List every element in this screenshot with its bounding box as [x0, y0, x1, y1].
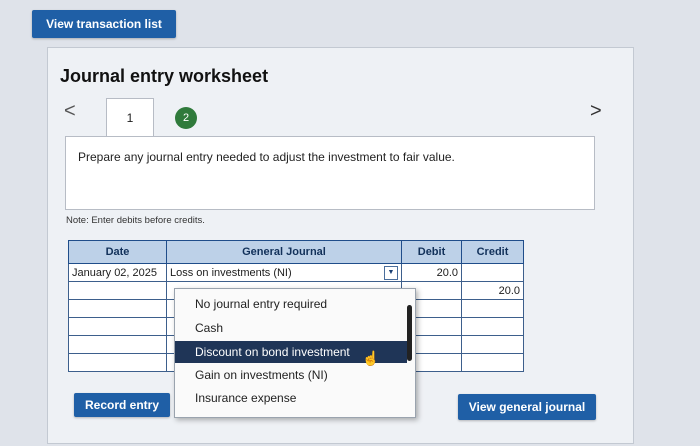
worksheet-title: Journal entry worksheet	[60, 66, 269, 86]
tab-2[interactable]: 2	[175, 107, 197, 129]
dropdown-option[interactable]: No journal entry required	[175, 293, 407, 315]
dropdown-option[interactable]: Cash	[175, 317, 407, 339]
table-row: January 02, 2025 Loss on investments (NI…	[68, 263, 524, 282]
date-cell[interactable]: January 02, 2025	[68, 263, 167, 282]
account-dropdown-list[interactable]: No journal entry required Cash Discount …	[174, 288, 416, 418]
tab-1[interactable]: 1	[106, 98, 154, 137]
account-select[interactable]: Loss on investments (NI) ▼	[166, 263, 402, 282]
credit-header: Credit	[461, 240, 524, 264]
record-entry-button[interactable]: Record entry	[74, 393, 170, 417]
instruction-text: Prepare any journal entry needed to adju…	[78, 150, 455, 164]
general-journal-header: General Journal	[166, 240, 402, 264]
dropdown-option[interactable]: Insurance expense	[175, 387, 407, 409]
credit-cell[interactable]	[461, 263, 524, 282]
debit-cell[interactable]: 20.0	[401, 263, 462, 282]
view-transaction-list-button[interactable]: View transaction list	[32, 10, 176, 38]
debit-header: Debit	[401, 240, 462, 264]
dropdown-scrollbar[interactable]	[407, 305, 412, 361]
chevron-right-icon[interactable]: >	[590, 100, 602, 123]
date-header: Date	[68, 240, 167, 264]
dropdown-option[interactable]: Gain on investments (NI)	[175, 364, 407, 386]
account-value: Loss on investments (NI)	[170, 266, 292, 279]
date-cell[interactable]	[68, 281, 167, 300]
dropdown-caret-icon[interactable]: ▼	[384, 265, 398, 280]
credit-cell[interactable]: 20.0	[461, 281, 524, 300]
hand-cursor-icon: ☝	[362, 350, 380, 366]
chevron-left-icon[interactable]: <	[64, 100, 76, 123]
view-general-journal-button[interactable]: View general journal	[458, 394, 596, 420]
note-text: Note: Enter debits before credits.	[66, 215, 205, 226]
instruction-box	[65, 136, 595, 210]
